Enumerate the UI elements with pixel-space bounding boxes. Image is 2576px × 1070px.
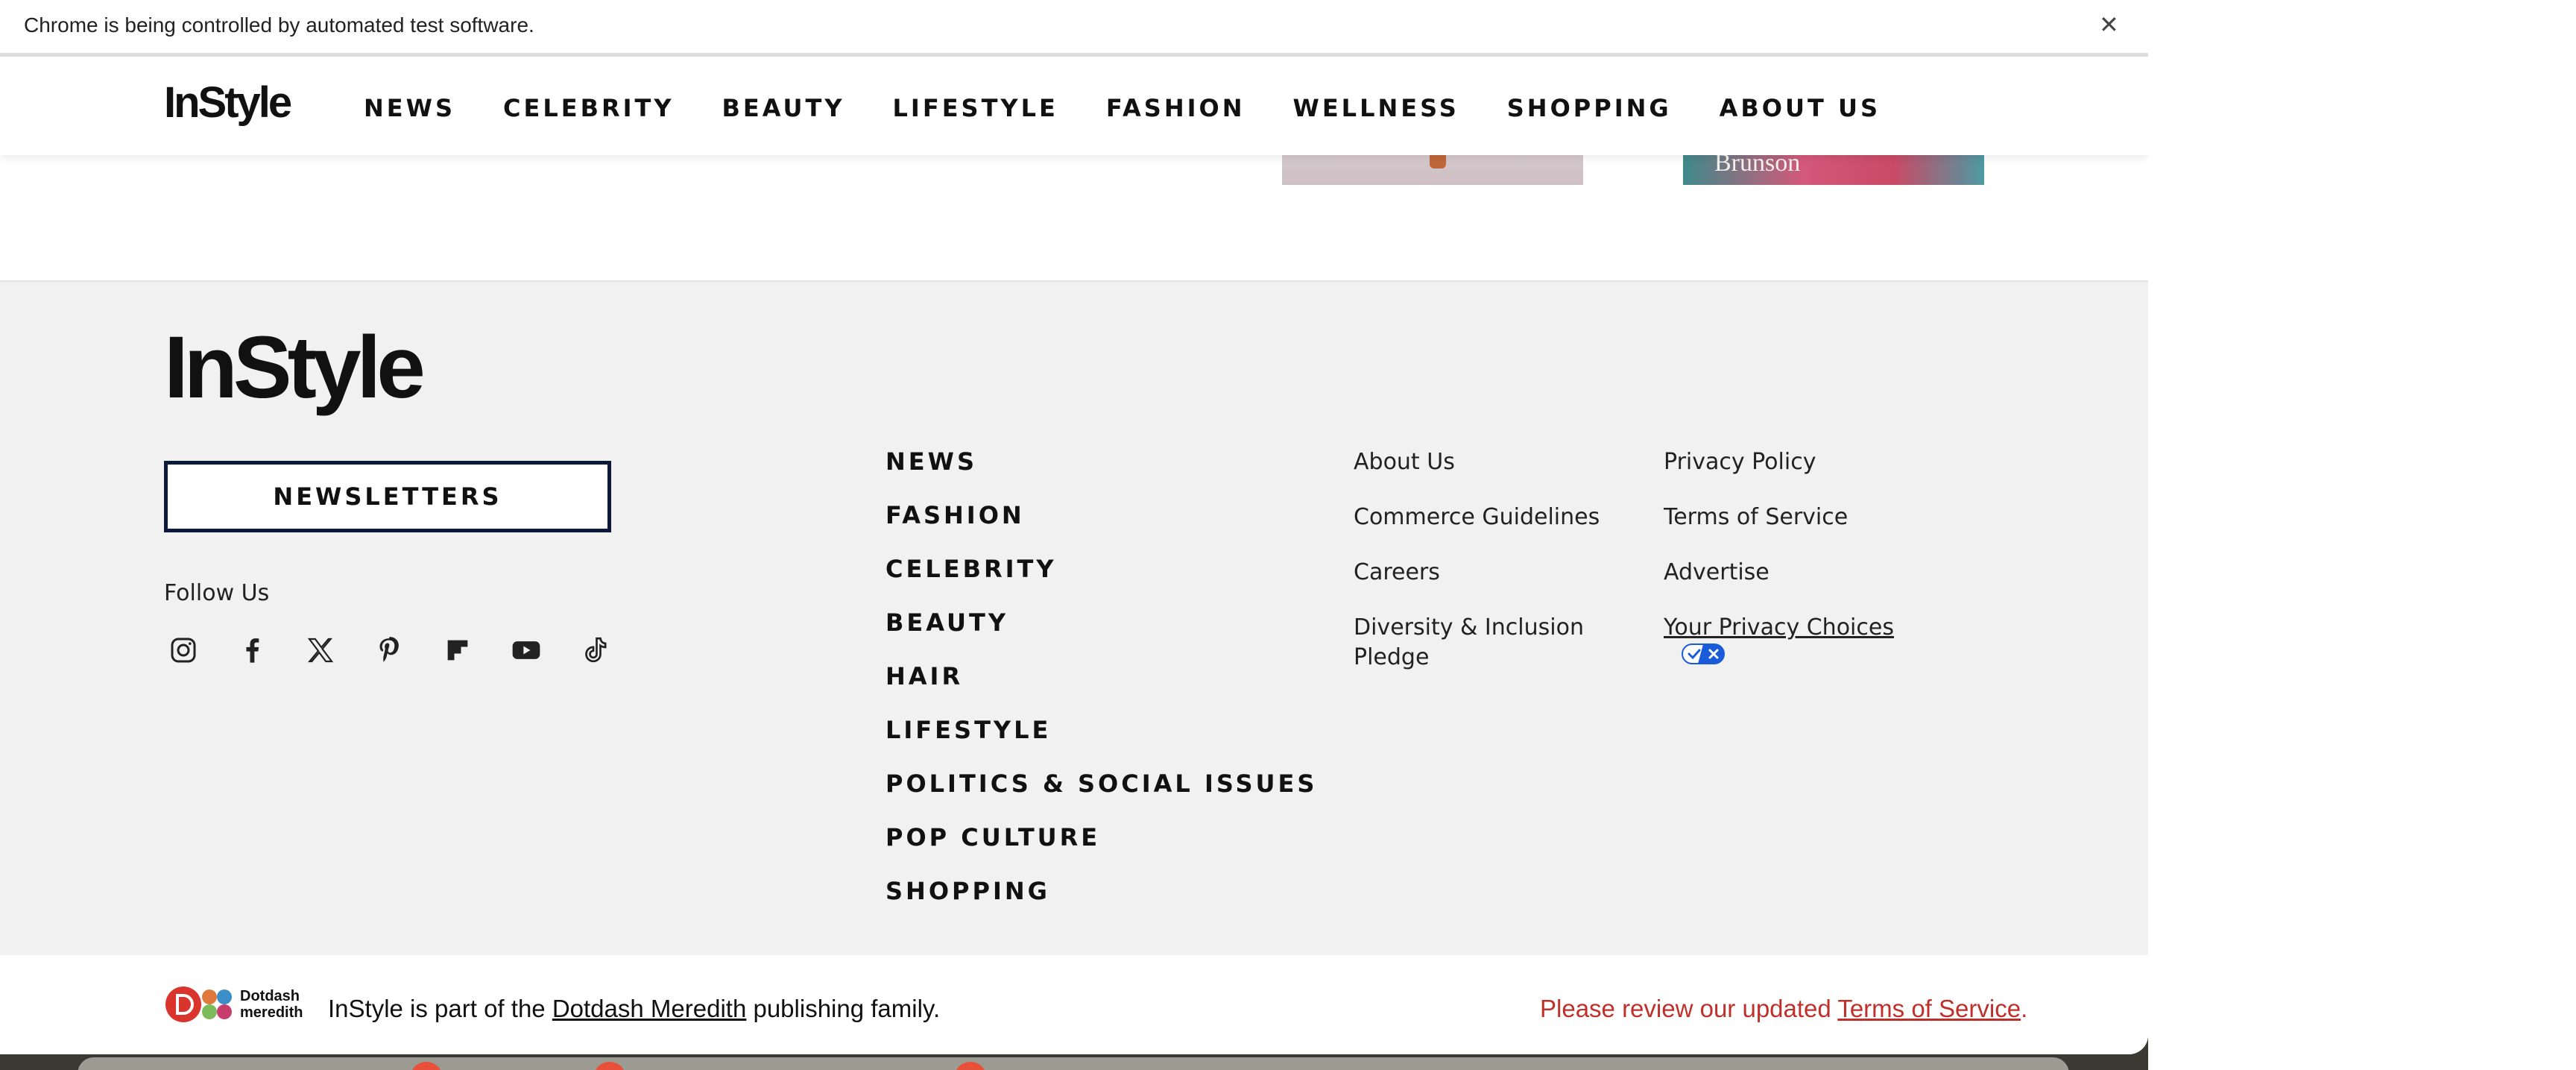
tos-suffix: . — [2021, 995, 2028, 1022]
footer-link-advertise[interactable]: Advertise — [1664, 558, 1947, 588]
close-icon[interactable]: ✕ — [2099, 10, 2119, 39]
dd-logo-line2: meredith — [240, 1004, 303, 1021]
nav-item-about-us[interactable]: ABOUT US — [1720, 94, 1881, 122]
automation-message: Chrome is being controlled by automated … — [24, 13, 534, 37]
nav-item-news[interactable]: NEWS — [364, 94, 455, 122]
publisher-bar: Dotdash meredith InStyle is part of the … — [0, 955, 2148, 1054]
instagram-icon[interactable] — [164, 631, 203, 670]
footer-link-careers[interactable]: Careers — [1354, 558, 1637, 588]
footer-link-about-us[interactable]: About Us — [1354, 447, 1637, 477]
dotdash-meredith-logo[interactable]: Dotdash meredith — [164, 985, 303, 1024]
dock — [78, 1057, 2069, 1070]
dock-app-icon[interactable] — [954, 1062, 987, 1070]
tos-update-notice: Please review our updated Terms of Servi… — [1540, 995, 2027, 1023]
main-nav: NEWS CELEBRITY BEAUTY LIFESTYLE FASHION … — [364, 94, 1928, 122]
footer-logo[interactable]: InStyle — [164, 324, 426, 412]
footer-category-link[interactable]: NEWS — [886, 447, 1317, 501]
nav-item-celebrity[interactable]: CELEBRITY — [503, 94, 675, 122]
footer-link-privacy-choices[interactable]: Your Privacy Choices — [1664, 613, 1947, 673]
footer-links-legal: Privacy Policy Terms of Service Advertis… — [1664, 447, 1947, 698]
dotdash-meredith-pattern — [202, 989, 232, 1019]
facebook-icon[interactable] — [233, 631, 271, 670]
tos-link[interactable]: Terms of Service — [1837, 995, 2021, 1022]
footer-categories: NEWS FASHION CELEBRITY BEAUTY HAIR LIFES… — [886, 447, 1317, 931]
footer-category-link[interactable]: SHOPPING — [886, 877, 1317, 931]
dotdash-meredith-link[interactable]: Dotdash Meredith — [552, 995, 746, 1022]
footer-category-link[interactable]: FASHION — [886, 501, 1317, 555]
dotdash-meredith-wordmark: Dotdash meredith — [240, 988, 303, 1021]
dotdash-meredith-mark — [165, 986, 201, 1022]
newsletters-button[interactable]: NEWSLETTERS — [164, 461, 611, 532]
nav-item-shopping[interactable]: SHOPPING — [1507, 94, 1672, 122]
youtube-icon[interactable] — [507, 631, 546, 670]
site-logo[interactable]: InStyle — [164, 81, 292, 125]
dock-app-icon[interactable] — [410, 1062, 443, 1070]
footer-category-link[interactable]: HAIR — [886, 662, 1317, 716]
browser-window: Chrome is being controlled by automated … — [0, 0, 2148, 1054]
footer-link-commerce-guidelines[interactable]: Commerce Guidelines — [1354, 503, 1637, 532]
publish-suffix: publishing family. — [746, 995, 941, 1022]
nav-item-lifestyle[interactable]: LIFESTYLE — [893, 94, 1058, 122]
footer-category-link[interactable]: CELEBRITY — [886, 555, 1317, 608]
publisher-statement: InStyle is part of the Dotdash Meredith … — [328, 995, 940, 1023]
publish-prefix: InStyle is part of the — [328, 995, 552, 1022]
nav-item-beauty[interactable]: BEAUTY — [722, 94, 845, 122]
footer-links-company: About Us Commerce Guidelines Careers Div… — [1354, 447, 1637, 698]
desktop-background — [2148, 0, 2576, 1070]
nav-item-wellness[interactable]: WELLNESS — [1293, 94, 1459, 122]
social-links — [164, 631, 644, 670]
footer-link-privacy-policy[interactable]: Privacy Policy — [1664, 447, 1947, 477]
privacy-choices-icon — [1682, 643, 1725, 673]
nav-item-fashion[interactable]: FASHION — [1106, 94, 1246, 122]
privacy-choices-label: Your Privacy Choices — [1664, 614, 1894, 641]
tiktok-icon[interactable] — [575, 631, 614, 670]
footer-category-link[interactable]: LIFESTYLE — [886, 716, 1317, 770]
x-icon[interactable] — [301, 631, 340, 670]
pinterest-icon[interactable] — [370, 631, 408, 670]
automation-infobar: Chrome is being controlled by automated … — [0, 0, 2148, 57]
footer-category-link[interactable]: POLITICS & SOCIAL ISSUES — [886, 770, 1317, 823]
dock-app-icon[interactable] — [593, 1062, 626, 1070]
footer-link-diversity-pledge[interactable]: Diversity & Inclusion Pledge — [1354, 613, 1637, 673]
dd-logo-line1: Dotdash — [240, 988, 300, 1004]
footer-category-link[interactable]: BEAUTY — [886, 608, 1317, 662]
tos-prefix: Please review our updated — [1540, 995, 1838, 1022]
footer-link-terms-of-service[interactable]: Terms of Service — [1664, 503, 1947, 532]
site-footer: InStyle NEWSLETTERS Follow Us NEWS FASHI… — [0, 280, 2148, 955]
follow-us-label: Follow Us — [164, 580, 270, 606]
site-header: InStyle NEWS CELEBRITY BEAUTY LIFESTYLE … — [0, 60, 2148, 155]
flipboard-icon[interactable] — [438, 631, 477, 670]
footer-category-link[interactable]: POP CULTURE — [886, 823, 1317, 877]
